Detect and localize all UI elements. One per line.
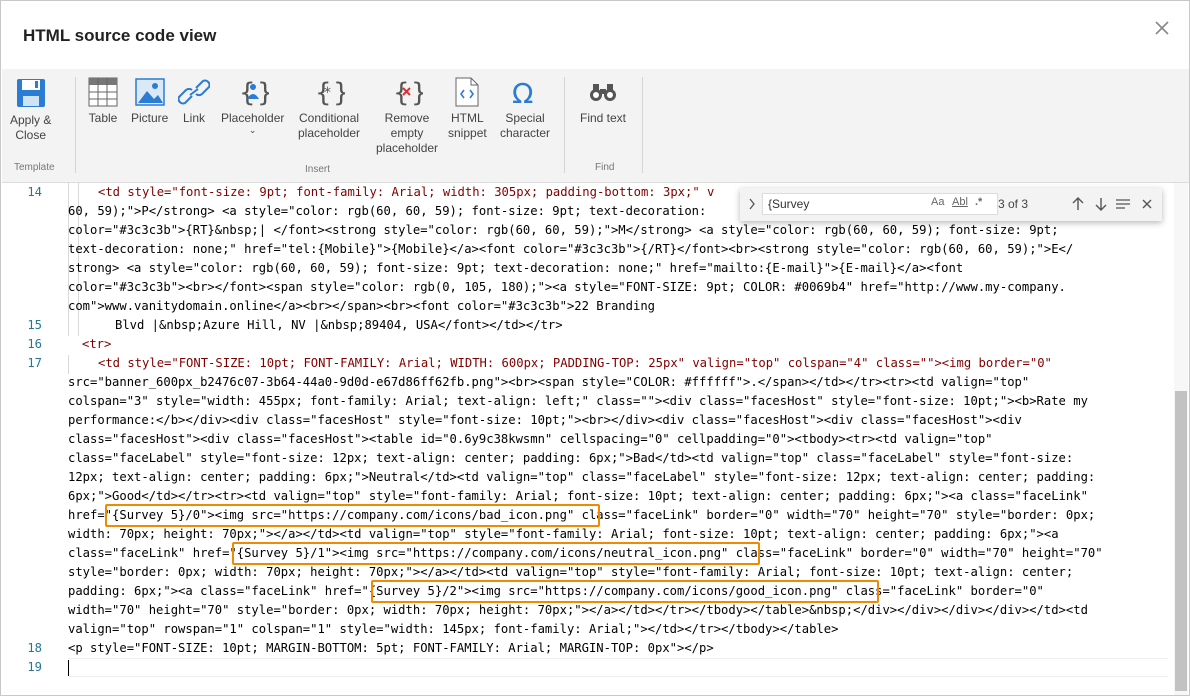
chevron-right-icon[interactable] <box>748 197 756 211</box>
text-cursor <box>68 660 69 676</box>
svg-text:*: * <box>324 85 331 101</box>
code-line: src="banner_600px_b2476c07-3b64-44a0-9d0… <box>68 375 1030 389</box>
line-number: 15 <box>27 318 42 332</box>
template-group-label: Template <box>14 162 55 173</box>
code-line: <td style="FONT-SIZE: 10pt; FONT-FAMILY:… <box>98 356 1052 370</box>
remove-empty-placeholder-button[interactable]: { } Remove empty placeholder <box>376 77 438 156</box>
table-button[interactable]: Table <box>88 77 118 126</box>
table-label: Table <box>88 111 118 125</box>
chevron-down-icon: ⌄ <box>248 125 257 135</box>
arrow-down-icon[interactable] <box>1094 196 1108 212</box>
placeholder-label: Placeholder <box>221 111 285 125</box>
html-snippet-button[interactable]: HTML snippet <box>448 77 487 141</box>
code-line: 12px; text-align: center; padding: 6px;"… <box>68 470 1096 484</box>
svg-text:Ω: Ω <box>512 77 533 107</box>
picture-button[interactable]: Picture <box>131 77 168 126</box>
close-icon[interactable] <box>1140 196 1154 212</box>
code-line: <td style="font-size: 9pt; font-family: … <box>98 185 715 199</box>
search-match-highlight <box>105 504 600 527</box>
code-line: valign="top" rowspan="1" colspan="1" sty… <box>68 622 839 636</box>
code-editor[interactable]: 14 15 16 17 18 19 <td style="font-size: … <box>2 183 1189 695</box>
find-widget: {Survey Aa Abl .* 3 of 3 <box>740 188 1162 221</box>
save-icon <box>16 79 45 107</box>
conditional-placeholder-icon: { } * <box>315 78 345 107</box>
conditional-placeholder-button[interactable]: { } * Conditional placeholder <box>298 77 360 141</box>
code-line: color="#3c3c3b">{RT}&nbsp;| </font><stro… <box>68 223 1059 237</box>
picture-label: Picture <box>131 111 169 125</box>
apply-close-label: Apply & <box>10 113 52 127</box>
link-button[interactable]: Link <box>178 77 210 126</box>
indent-guide <box>68 355 69 374</box>
code-line: width="70" height="70" style="border: 0p… <box>68 603 1088 617</box>
dialog-title: HTML source code view <box>23 26 217 45</box>
match-case-toggle[interactable]: Aa <box>931 196 944 208</box>
whole-word-toggle[interactable]: Abl <box>952 196 968 208</box>
current-line <box>68 658 1168 677</box>
code-line: text-decoration: none;" href="tel:{Mobil… <box>68 242 1074 256</box>
search-match-highlight <box>371 580 879 603</box>
placeholder-button[interactable]: { } Placeholder ⌄ <box>221 77 284 135</box>
remove-placeholder-icon: { } <box>393 78 423 107</box>
link-label: Link <box>182 111 205 125</box>
find-group-label: Find <box>595 162 615 173</box>
regex-toggle[interactable]: .* <box>975 196 982 208</box>
html-snippet-icon <box>455 77 479 107</box>
code-line: performance:</b></div><div class="facesH… <box>68 413 1022 427</box>
dialog: HTML source code view Apply & Close Temp… <box>0 0 1190 696</box>
line-number: 14 <box>27 185 42 199</box>
arrow-up-icon[interactable] <box>1071 196 1085 212</box>
search-match-highlight <box>232 542 760 565</box>
code-line: class="faceLabel" style="font-size: 12px… <box>68 451 1074 465</box>
find-text-button[interactable]: Find text <box>580 77 626 126</box>
code-line: colspan="3" style="width: 455px; font-fa… <box>68 394 1088 408</box>
code-line: <p style="FONT-SIZE: 10pt; MARGIN-BOTTOM… <box>68 641 714 655</box>
svg-text:}: } <box>257 78 269 107</box>
line-number: 18 <box>27 641 42 655</box>
close-icon[interactable] <box>1151 17 1173 39</box>
omega-icon: Ω <box>512 77 533 107</box>
code-line: strong> <a style="color: rgb(60, 60, 59)… <box>68 261 964 275</box>
picture-icon <box>134 78 165 106</box>
code-line: class="facesHost"><div class="facesHost"… <box>68 432 993 446</box>
table-icon <box>88 77 118 107</box>
scrollbar-thumb[interactable] <box>1175 391 1187 691</box>
code-line: color="#3c3c3b"><br></font><span style="… <box>68 280 1066 294</box>
ribbon-toolbar: Apply & Close Template Table Picture Lin… <box>2 69 1189 183</box>
find-in-selection-icon[interactable] <box>1115 196 1131 212</box>
match-count: 3 of 3 <box>998 197 1029 211</box>
placeholder-icon: { } <box>239 78 269 107</box>
code-line: Blvd |&nbsp;Azure Hill, NV |&nbsp;89404,… <box>115 318 563 332</box>
binoculars-icon <box>590 84 617 101</box>
line-number: 19 <box>27 660 42 674</box>
svg-text:{: { <box>239 78 256 107</box>
find-text-label: Find text <box>580 111 627 125</box>
apply-close-button[interactable]: Apply & Close <box>10 77 51 143</box>
code-line: com">www.vanitydomain.online</a><br></sp… <box>68 299 655 313</box>
svg-text:}: } <box>411 78 423 107</box>
line-number: 16 <box>27 337 42 351</box>
link-icon <box>178 79 210 105</box>
insert-group-label: Insert <box>305 164 331 175</box>
line-number: 17 <box>27 356 42 370</box>
special-character-button[interactable]: Ω Special character <box>500 77 550 141</box>
ribbon-divider <box>564 77 565 173</box>
ribbon-divider <box>75 77 76 173</box>
code-line: 60, 59);">P</strong> <a style="color: rg… <box>68 204 707 218</box>
ribbon-divider <box>642 77 643 173</box>
code-line: <tr> <box>82 337 112 351</box>
svg-text:}: } <box>333 78 345 107</box>
